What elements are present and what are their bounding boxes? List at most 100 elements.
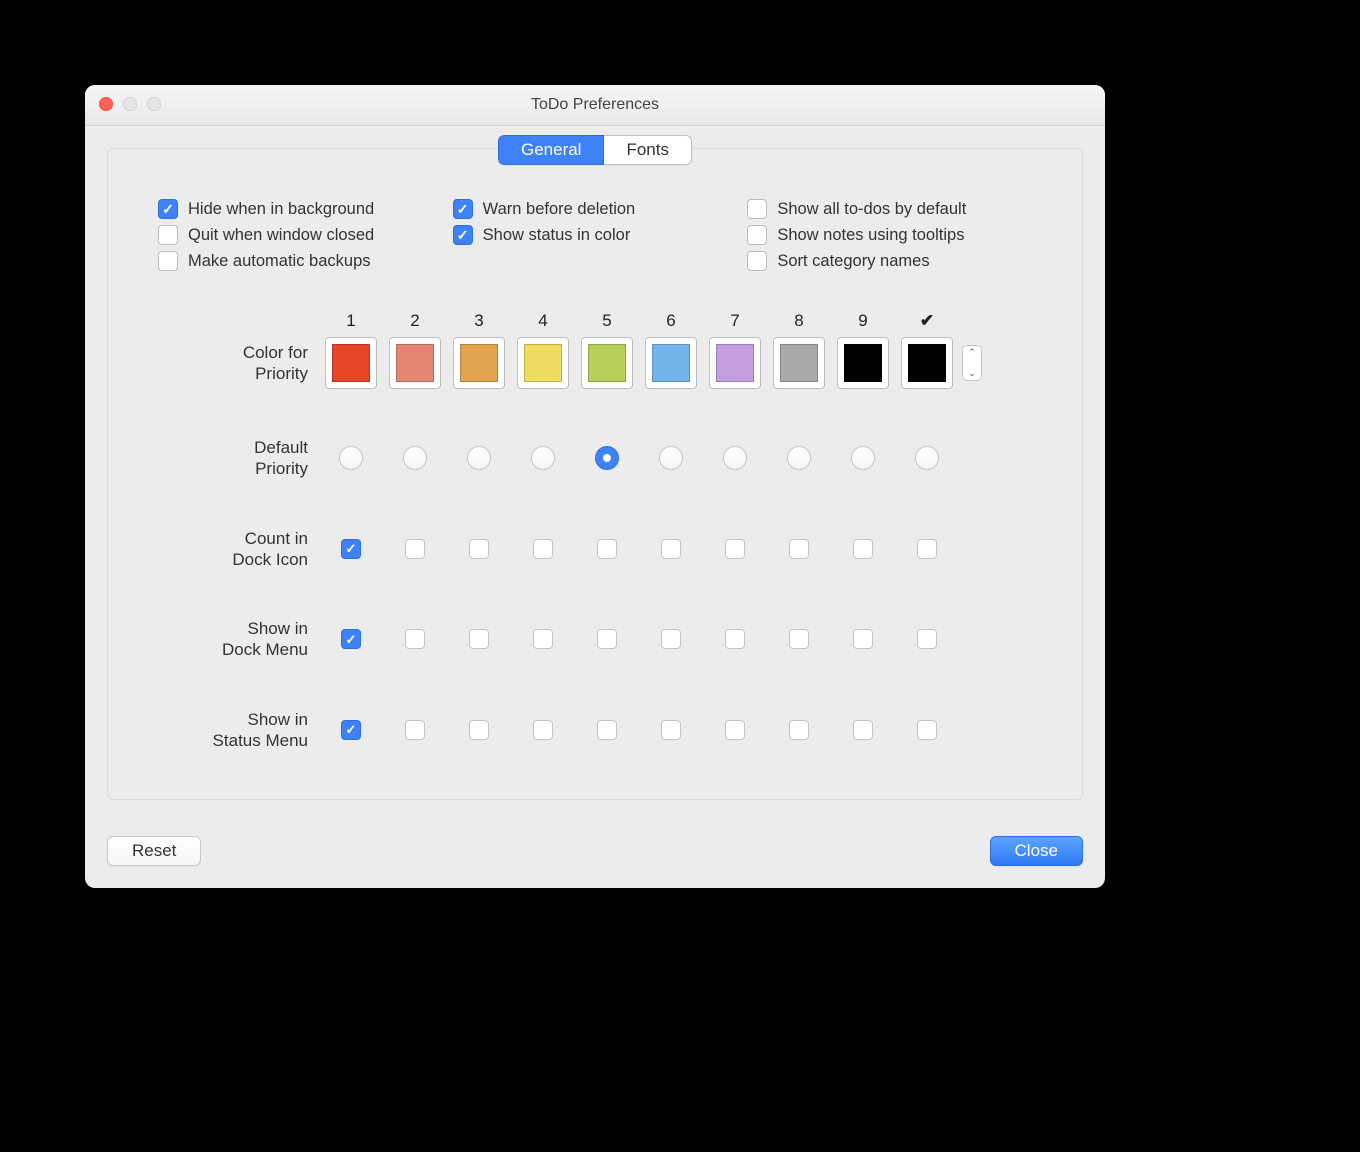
statusmenu-checkbox[interactable]	[661, 720, 681, 740]
priority-header: 3	[448, 311, 510, 331]
dockmenu-checkbox[interactable]	[661, 629, 681, 649]
statusmenu-checkbox[interactable]	[341, 720, 361, 740]
color-well-9[interactable]	[837, 337, 889, 389]
dockcount-checkbox[interactable]	[661, 539, 681, 559]
priority-header: 6	[640, 311, 702, 331]
option-sort-categories[interactable]: Sort category names	[747, 251, 1032, 271]
swatch	[716, 344, 754, 382]
dockmenu-checkbox[interactable]	[533, 629, 553, 649]
color-well-7[interactable]	[709, 337, 761, 389]
option-label: Show all to-dos by default	[777, 200, 966, 219]
dockcount-checkbox[interactable]	[789, 539, 809, 559]
default-priority-radio[interactable]	[787, 446, 811, 470]
color-well-3[interactable]	[453, 337, 505, 389]
default-priority-radio[interactable]	[723, 446, 747, 470]
option-status-color[interactable]: Show status in color	[453, 225, 738, 245]
dockcount-checkbox[interactable]	[533, 539, 553, 559]
chevron-up-icon: ⌃	[968, 348, 976, 357]
dockcount-checkbox[interactable]	[341, 539, 361, 559]
color-well-done[interactable]	[901, 337, 953, 389]
dockcount-checkbox[interactable]	[469, 539, 489, 559]
color-well-6[interactable]	[645, 337, 697, 389]
footer: Reset Close	[85, 822, 1105, 888]
default-priority-radio[interactable]	[595, 446, 619, 470]
close-window-icon[interactable]	[99, 97, 113, 111]
priority-header: 5	[576, 311, 638, 331]
priority-header: 7	[704, 311, 766, 331]
option-hide-background[interactable]: Hide when in background	[158, 199, 443, 219]
checkbox-icon	[747, 225, 767, 245]
dockmenu-checkbox[interactable]	[405, 629, 425, 649]
checkbox-icon	[453, 199, 473, 219]
priority-header: ✔	[896, 311, 958, 331]
dockmenu-checkbox[interactable]	[853, 629, 873, 649]
option-quit-on-close[interactable]: Quit when window closed	[158, 225, 443, 245]
color-well-8[interactable]	[773, 337, 825, 389]
dockcount-checkbox[interactable]	[405, 539, 425, 559]
row-label-default: DefaultPriority	[158, 437, 318, 480]
swatch	[844, 344, 882, 382]
default-priority-radio[interactable]	[851, 446, 875, 470]
tab-general[interactable]: General	[498, 135, 604, 165]
dockmenu-checkbox[interactable]	[725, 629, 745, 649]
priority-header: 1	[320, 311, 382, 331]
default-priority-radio[interactable]	[915, 446, 939, 470]
default-priority-radio[interactable]	[659, 446, 683, 470]
swatch	[396, 344, 434, 382]
tab-fonts[interactable]: Fonts	[604, 135, 692, 165]
reset-button[interactable]: Reset	[107, 836, 201, 866]
titlebar: ToDo Preferences	[85, 85, 1105, 126]
dockmenu-checkbox[interactable]	[469, 629, 489, 649]
statusmenu-checkbox[interactable]	[597, 720, 617, 740]
color-well-5[interactable]	[581, 337, 633, 389]
dockmenu-checkbox[interactable]	[917, 629, 937, 649]
color-well-1[interactable]	[325, 337, 377, 389]
preferences-window: ToDo Preferences General Fonts Hide when…	[85, 85, 1105, 888]
default-priority-radio[interactable]	[467, 446, 491, 470]
option-label: Sort category names	[777, 252, 929, 271]
statusmenu-checkbox[interactable]	[725, 720, 745, 740]
option-label: Warn before deletion	[483, 200, 636, 219]
dockcount-checkbox[interactable]	[917, 539, 937, 559]
statusmenu-checkbox[interactable]	[789, 720, 809, 740]
checkbox-icon	[453, 225, 473, 245]
row-label-color: Color forPriority	[158, 342, 318, 385]
option-auto-backups[interactable]: Make automatic backups	[158, 251, 443, 271]
priority-header: 2	[384, 311, 446, 331]
statusmenu-checkbox[interactable]	[533, 720, 553, 740]
checkbox-icon	[747, 251, 767, 271]
close-button[interactable]: Close	[990, 836, 1083, 866]
swatch	[332, 344, 370, 382]
dockmenu-checkbox[interactable]	[597, 629, 617, 649]
color-well-2[interactable]	[389, 337, 441, 389]
statusmenu-checkbox[interactable]	[405, 720, 425, 740]
default-priority-radio[interactable]	[339, 446, 363, 470]
statusmenu-checkbox[interactable]	[469, 720, 489, 740]
default-priority-radio[interactable]	[531, 446, 555, 470]
priority-header: 4	[512, 311, 574, 331]
priority-header: 8	[768, 311, 830, 331]
statusmenu-checkbox[interactable]	[853, 720, 873, 740]
option-label: Show notes using tooltips	[777, 226, 964, 245]
dockcount-checkbox[interactable]	[597, 539, 617, 559]
dockmenu-checkbox[interactable]	[341, 629, 361, 649]
options-grid: Hide when in background Warn before dele…	[108, 179, 1082, 281]
priority-header: 9	[832, 311, 894, 331]
swatch	[524, 344, 562, 382]
tab-bar: General Fonts	[498, 135, 692, 165]
swatch	[908, 344, 946, 382]
option-show-all-todos[interactable]: Show all to-dos by default	[747, 199, 1032, 219]
option-label: Show status in color	[483, 226, 631, 245]
option-warn-deletion[interactable]: Warn before deletion	[453, 199, 738, 219]
dockmenu-checkbox[interactable]	[789, 629, 809, 649]
row-label-dockmenu: Show inDock Menu	[158, 618, 318, 661]
dockcount-checkbox[interactable]	[725, 539, 745, 559]
option-notes-tooltips[interactable]: Show notes using tooltips	[747, 225, 1032, 245]
statusmenu-checkbox[interactable]	[917, 720, 937, 740]
swatch	[652, 344, 690, 382]
color-well-4[interactable]	[517, 337, 569, 389]
priority-stepper[interactable]: ⌃⌄	[962, 345, 982, 381]
dockcount-checkbox[interactable]	[853, 539, 873, 559]
default-priority-radio[interactable]	[403, 446, 427, 470]
option-label: Make automatic backups	[188, 252, 371, 271]
